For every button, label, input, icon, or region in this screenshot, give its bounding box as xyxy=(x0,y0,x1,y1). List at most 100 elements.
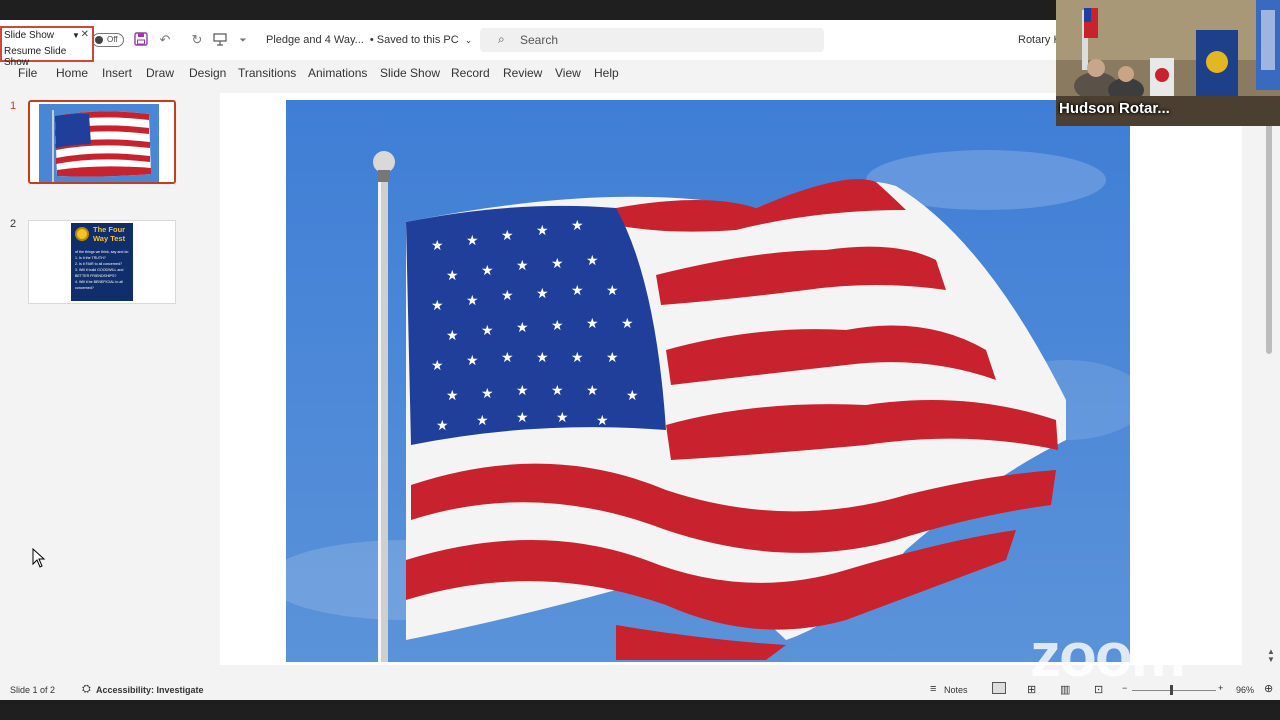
vertical-scrollbar[interactable] xyxy=(1266,118,1274,658)
customize-toolbar-icon[interactable]: ⏷ xyxy=(235,32,251,48)
resume-slideshow-option[interactable]: Resume Slide Show xyxy=(4,46,92,68)
rotary-logo-icon xyxy=(75,227,89,241)
slideshow-popup[interactable]: Slide Show ▼ ✕ Resume Slide Show xyxy=(0,26,94,68)
undo-icon[interactable]: ↶ xyxy=(157,32,173,48)
svg-text:★: ★ xyxy=(516,383,529,399)
svg-text:★: ★ xyxy=(536,223,549,239)
slide-thumbnail-2[interactable]: The Four Way Test of the things we think… xyxy=(28,220,176,304)
slide-number: 2 xyxy=(10,218,17,230)
svg-text:★: ★ xyxy=(431,358,444,374)
tab-review[interactable]: Review xyxy=(503,66,542,80)
svg-text:★: ★ xyxy=(596,413,609,429)
svg-text:★: ★ xyxy=(446,328,459,344)
flag-thumbnail-image xyxy=(39,104,159,182)
redo-icon[interactable]: ↻ xyxy=(189,32,205,48)
slide-counter: Slide 1 of 2 xyxy=(10,685,56,695)
tab-home[interactable]: Home xyxy=(56,66,88,80)
svg-text:★: ★ xyxy=(556,410,569,426)
file-name: Pledge and 4 Way... xyxy=(266,34,364,46)
svg-text:★: ★ xyxy=(551,383,564,399)
tab-help[interactable]: Help xyxy=(594,66,619,80)
tab-view[interactable]: View xyxy=(555,66,581,80)
zoom-watermark: zoom xyxy=(1030,621,1186,690)
svg-text:★: ★ xyxy=(481,386,494,402)
participant-video[interactable]: Hudson Rotar... xyxy=(1056,0,1280,126)
tab-transitions[interactable]: Transitions xyxy=(238,66,296,80)
svg-text:★: ★ xyxy=(571,218,584,234)
svg-text:★: ★ xyxy=(446,388,459,404)
toggle-knob xyxy=(95,36,103,44)
svg-text:★: ★ xyxy=(621,316,634,332)
scroll-up-icon[interactable]: ▲ ▼ xyxy=(1267,648,1275,664)
save-icon[interactable] xyxy=(133,32,149,48)
four-way-test-text: of the things we think, say and do 1. Is… xyxy=(75,250,129,290)
notes-icon[interactable]: ≡ xyxy=(930,683,936,695)
mouse-cursor-icon xyxy=(32,548,46,568)
notes-button[interactable]: Notes xyxy=(944,685,968,695)
svg-text:★: ★ xyxy=(551,318,564,334)
svg-text:★: ★ xyxy=(586,383,599,399)
slideshow-popup-title: Slide Show xyxy=(4,30,55,41)
svg-text:★: ★ xyxy=(476,413,489,429)
svg-text:★: ★ xyxy=(481,263,494,279)
svg-text:★: ★ xyxy=(606,350,619,366)
svg-text:★: ★ xyxy=(501,228,514,244)
search-icon: ⌕ xyxy=(498,32,505,46)
account-name[interactable]: Rotary H xyxy=(1018,20,1061,60)
file-name-area[interactable]: Pledge and 4 Way... • Saved to this PC ⌄ xyxy=(266,20,472,60)
tab-animations[interactable]: Animations xyxy=(308,66,367,80)
zoom-in-icon[interactable]: + xyxy=(1218,683,1223,693)
tab-design[interactable]: Design xyxy=(189,66,226,80)
svg-text:★: ★ xyxy=(571,350,584,366)
american-flag-image[interactable]: ★ ★ ★ ★ ★ ★ ★ ★ ★ ★ ★ ★ ★ ★ ★ ★ ★ ★ ★ ★ ★ ★ ★ ★ ★ ★ ★ ★ ★ ★ ★ ★ ★ ★ … xyxy=(286,100,1130,662)
svg-text:★: ★ xyxy=(466,293,479,309)
tab-file[interactable]: File xyxy=(18,66,37,80)
accessibility-status[interactable]: Accessibility: Investigate xyxy=(96,685,204,695)
save-status: • Saved to this PC xyxy=(369,34,459,46)
svg-text:★: ★ xyxy=(536,350,549,366)
svg-text:★: ★ xyxy=(501,288,514,304)
svg-text:★: ★ xyxy=(606,283,619,299)
search-placeholder: Search xyxy=(520,33,559,47)
four-way-test-title: The Four Way Test xyxy=(93,225,126,243)
present-from-beginning-icon[interactable] xyxy=(212,32,228,48)
tab-draw[interactable]: Draw xyxy=(146,66,174,80)
slide-thumbnails-pane: 1 2 The Four Way Test of the things we t… xyxy=(0,88,196,680)
slide-thumbnail-1[interactable] xyxy=(28,100,176,184)
close-icon[interactable]: ✕ xyxy=(81,29,89,40)
tab-insert[interactable]: Insert xyxy=(102,66,132,80)
autosave-toggle-label: Off xyxy=(107,35,118,44)
slide-canvas[interactable]: ★ ★ ★ ★ ★ ★ ★ ★ ★ ★ ★ ★ ★ ★ ★ ★ ★ ★ ★ ★ ★ ★ ★ ★ ★ ★ ★ ★ ★ ★ ★ ★ ★ ★ … xyxy=(220,93,1242,665)
svg-text:★: ★ xyxy=(516,320,529,336)
svg-text:★: ★ xyxy=(431,238,444,254)
svg-text:★: ★ xyxy=(586,316,599,332)
slide-number: 1 xyxy=(10,100,17,112)
tab-slide-show[interactable]: Slide Show xyxy=(380,66,440,80)
svg-text:★: ★ xyxy=(436,418,449,434)
zoom-level[interactable]: 96% xyxy=(1236,685,1254,695)
accessibility-icon[interactable]: ⛭ xyxy=(82,683,91,696)
svg-text:★: ★ xyxy=(466,353,479,369)
dropdown-icon[interactable]: ▼ xyxy=(72,31,80,40)
chevron-down-icon: ⌄ xyxy=(464,34,473,45)
search-box[interactable]: ⌕ Search xyxy=(480,28,824,52)
tab-record[interactable]: Record xyxy=(451,66,490,80)
svg-text:★: ★ xyxy=(516,258,529,274)
zoom-slider[interactable] xyxy=(1132,690,1216,691)
svg-text:★: ★ xyxy=(501,350,514,366)
slide-editor: ★ ★ ★ ★ ★ ★ ★ ★ ★ ★ ★ ★ ★ ★ ★ ★ ★ ★ ★ ★ ★ ★ ★ ★ ★ ★ ★ ★ ★ ★ ★ ★ ★ ★ … xyxy=(196,88,1280,680)
svg-text:★: ★ xyxy=(536,286,549,302)
svg-text:★: ★ xyxy=(626,388,639,404)
svg-text:★: ★ xyxy=(571,283,584,299)
svg-text:★: ★ xyxy=(431,298,444,314)
fit-to-window-icon[interactable]: ⊕ xyxy=(1264,682,1273,695)
svg-text:★: ★ xyxy=(516,410,529,426)
normal-view-icon[interactable] xyxy=(992,682,1006,694)
scrollbar-thumb[interactable] xyxy=(1266,118,1272,354)
svg-text:★: ★ xyxy=(586,253,599,269)
autosave-toggle[interactable]: Off xyxy=(92,33,124,47)
bottom-black-bar xyxy=(0,700,1280,720)
svg-text:★: ★ xyxy=(551,256,564,272)
svg-text:★: ★ xyxy=(446,268,459,284)
app-root: Slide Show ▼ ✕ Resume Slide Show Off ↶ ↻… xyxy=(0,0,1280,720)
